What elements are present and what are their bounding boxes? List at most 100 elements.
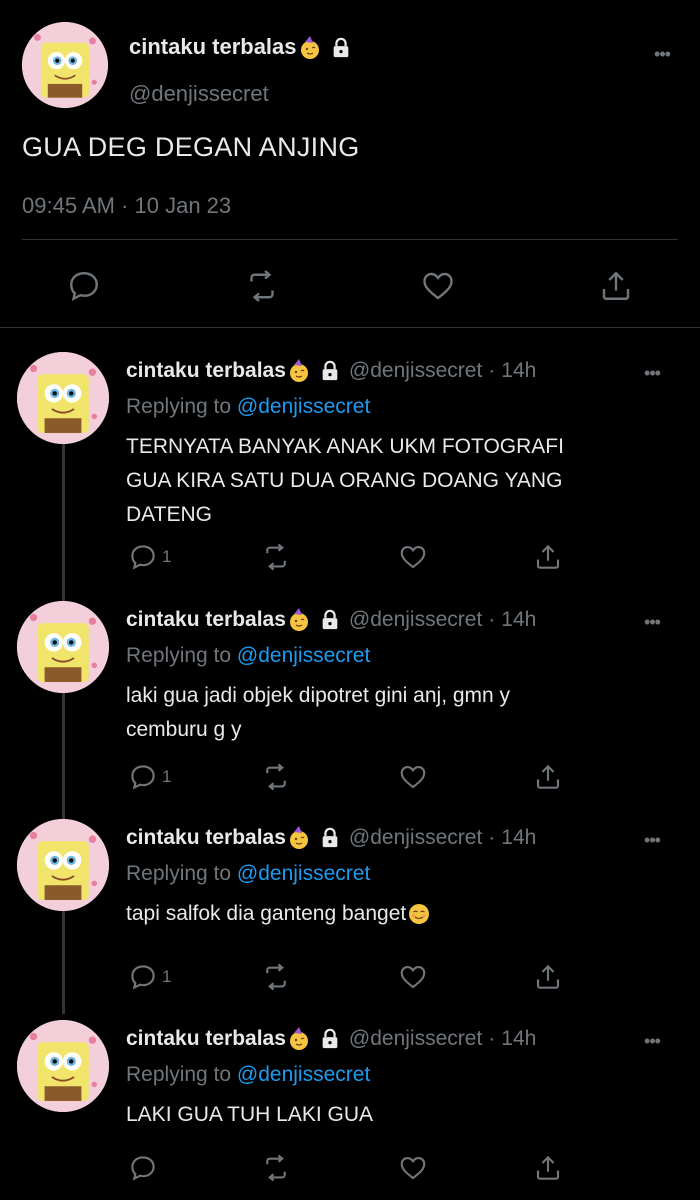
avatar[interactable] — [22, 22, 108, 108]
reply-count: 1 — [162, 767, 172, 786]
reply-time[interactable]: 14h — [501, 826, 536, 850]
share-button[interactable] — [533, 757, 563, 797]
display-name[interactable]: cintaku terbalas — [126, 608, 286, 632]
retweet-button[interactable] — [260, 1148, 292, 1188]
retweet-icon — [266, 543, 286, 571]
more-options-icon[interactable]: ••• — [636, 612, 668, 632]
like-icon — [400, 545, 426, 569]
reply-text-line: LAKI GUA TUH LAKI GUA — [126, 1103, 374, 1126]
reply-text-line: TERNYATA BANYAK ANAK UKM FOTOGRAFI — [126, 435, 564, 458]
like-button[interactable] — [398, 757, 428, 797]
retweet-button[interactable] — [260, 757, 292, 797]
reply-text-line: GUA KIRA SATU DUA ORANG DOANG YANG — [126, 469, 563, 492]
reply-header: cintaku terbalas @denjissecret · 14h — [126, 1027, 536, 1051]
reply-icon — [131, 965, 155, 990]
user-handle[interactable]: @denjissecret — [349, 359, 482, 383]
share-button[interactable] — [598, 266, 634, 306]
separator-dot: · — [488, 608, 496, 631]
replying-to-link[interactable]: @denjissecret — [237, 862, 370, 885]
lock-icon — [322, 360, 338, 381]
more-options-icon[interactable]: ••• — [636, 830, 668, 850]
replying-to-link[interactable]: @denjissecret — [237, 395, 370, 418]
avatar[interactable] — [17, 601, 109, 693]
lock-icon — [322, 1028, 338, 1049]
replying-to-link[interactable]: @denjissecret — [237, 1063, 370, 1086]
reply-text: laki gua jadi objek dipotret gini anj, g… — [126, 679, 646, 747]
replying-to-label: Replying to — [126, 644, 232, 667]
user-handle[interactable]: @denjissecret — [349, 608, 482, 632]
like-icon — [423, 272, 453, 300]
lock-icon — [322, 609, 338, 630]
replying-to: Replying to @denjissecret — [126, 644, 370, 668]
retweet-button[interactable] — [260, 537, 292, 577]
reply-text-line: DATENG — [126, 503, 212, 526]
retweet-button[interactable] — [260, 957, 292, 997]
share-button[interactable] — [533, 957, 563, 997]
reply-header: cintaku terbalas @denjissecret · 14h — [126, 608, 536, 632]
reply-button[interactable]: 1 — [128, 957, 171, 997]
display-name[interactable]: cintaku terbalas — [126, 359, 286, 383]
reply-time[interactable]: 14h — [501, 1027, 536, 1051]
avatar[interactable] — [17, 352, 109, 444]
reply-time[interactable]: 14h — [501, 608, 536, 632]
reply-button[interactable] — [66, 266, 102, 306]
user-handle[interactable]: @denjissecret — [129, 81, 269, 107]
reply-header: cintaku terbalas @denjissecret · 14h — [126, 826, 536, 850]
share-icon — [536, 964, 560, 989]
display-name[interactable]: cintaku terbalas — [126, 826, 286, 850]
replying-to: Replying to @denjissecret — [126, 395, 370, 419]
display-name[interactable]: cintaku terbalas — [126, 1027, 286, 1051]
retweet-button[interactable] — [243, 266, 281, 306]
replying-to-label: Replying to — [126, 862, 232, 885]
share-button[interactable] — [533, 1148, 563, 1188]
separator-dot: · — [488, 359, 496, 382]
like-icon — [400, 1156, 426, 1180]
reply-header: cintaku terbalas @denjissecret · 14h — [126, 359, 536, 383]
replying-to: Replying to @denjissecret — [126, 862, 370, 886]
lock-icon — [333, 37, 348, 58]
reply-text-line: tapi salfok dia ganteng banget — [126, 897, 646, 931]
lock-icon — [322, 827, 338, 848]
reply-count: 1 — [162, 547, 172, 566]
tweet-text: GUA DEG DEGAN ANJING — [22, 132, 360, 162]
like-icon — [400, 965, 426, 989]
like-button[interactable] — [420, 266, 456, 306]
replying-to: Replying to @denjissecret — [126, 1063, 370, 1087]
like-icon — [400, 765, 426, 789]
like-button[interactable] — [398, 537, 428, 577]
face-with-party-hat-emoji — [289, 1027, 308, 1050]
reply-button[interactable]: 1 — [128, 757, 171, 797]
separator-dot: · — [488, 826, 496, 849]
reply-text-line: cemburu g y — [126, 718, 242, 741]
separator-dot: · — [488, 1027, 496, 1050]
relieved-smile-emoji — [409, 904, 430, 925]
more-options-icon[interactable]: ••• — [636, 1031, 668, 1051]
reply-text: tapi salfok dia ganteng banget — [126, 897, 646, 931]
share-button[interactable] — [533, 537, 563, 577]
reply-icon — [70, 272, 98, 302]
avatar[interactable] — [17, 1020, 109, 1112]
face-with-party-hat-emoji — [300, 36, 319, 60]
reply-time[interactable]: 14h — [501, 359, 536, 383]
display-name[interactable]: cintaku terbalas — [129, 34, 352, 60]
replying-to-label: Replying to — [126, 1063, 232, 1086]
reply-text: TERNYATA BANYAK ANAK UKM FOTOGRAFI GUA KI… — [126, 430, 646, 532]
replying-to-link[interactable]: @denjissecret — [237, 644, 370, 667]
replying-to-label: Replying to — [126, 395, 232, 418]
retweet-icon — [250, 270, 274, 302]
like-button[interactable] — [398, 1148, 428, 1188]
like-button[interactable] — [398, 957, 428, 997]
avatar[interactable] — [17, 819, 109, 911]
reply-text: LAKI GUA TUH LAKI GUA — [126, 1098, 646, 1132]
reply-icon — [131, 545, 155, 570]
reply-button[interactable] — [128, 1148, 158, 1188]
face-with-party-hat-emoji — [289, 359, 308, 382]
user-handle[interactable]: @denjissecret — [349, 1027, 482, 1051]
more-options-icon[interactable]: ••• — [646, 44, 678, 64]
share-icon — [536, 764, 560, 789]
user-handle[interactable]: @denjissecret — [349, 826, 482, 850]
tweet-timestamp[interactable]: 09:45 AM · 10 Jan 23 — [22, 193, 231, 219]
reply-button[interactable]: 1 — [128, 537, 171, 577]
more-options-icon[interactable]: ••• — [636, 363, 668, 383]
reply-text-line: laki gua jadi objek dipotret gini anj, g… — [126, 684, 511, 707]
